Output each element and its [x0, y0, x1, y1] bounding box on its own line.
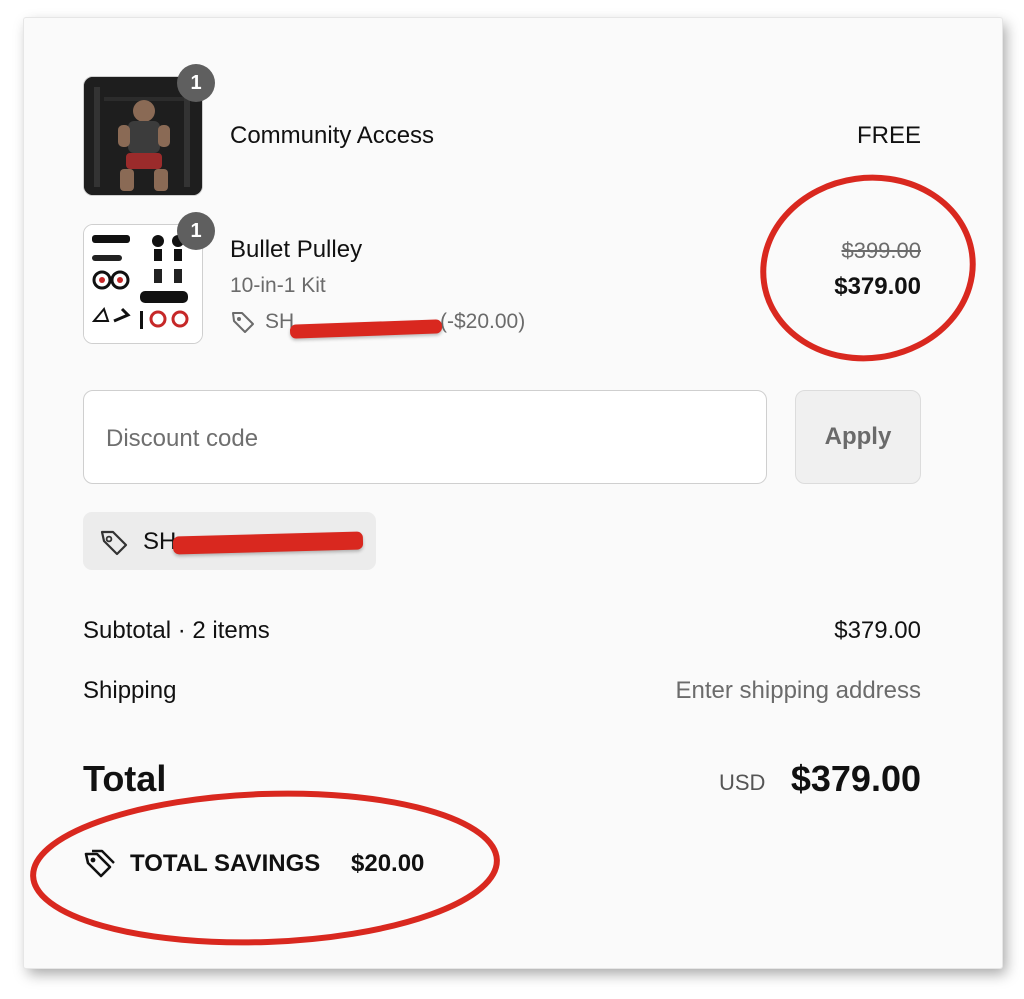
price-annotation-circle	[760, 174, 976, 362]
annotation-overlay	[30, 174, 976, 946]
savings-annotation-circle	[30, 790, 500, 946]
